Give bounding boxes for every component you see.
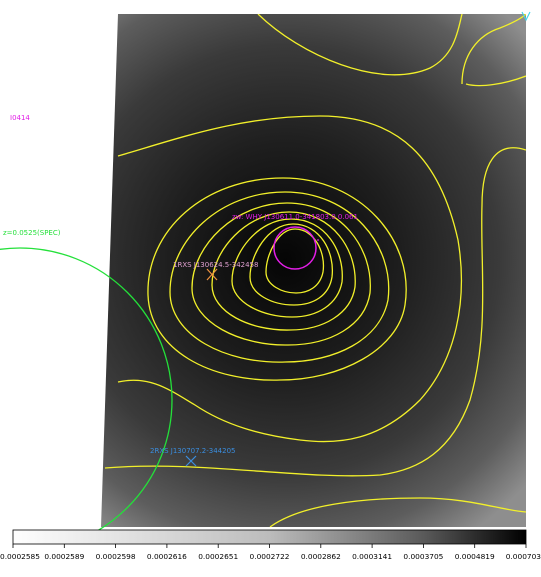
- cluster-redshift-label: z=0.0525(SPEC): [3, 229, 61, 237]
- colorbar-gradient: [12, 529, 527, 545]
- colorbar: 0.0002585 0.0002589 0.0002598 0.0002616 0.00…: [0, 528, 541, 577]
- colorbar-tick-label: 0.000703: [506, 552, 541, 561]
- colorbar-tick-label: 0.0002589: [44, 552, 84, 561]
- sky-image-viewer: I0414 z=0.0525(SPEC) zw: WHY J130611.0-3…: [0, 0, 541, 577]
- xmm-source-label: 2RXS J130707.2-344205: [150, 447, 236, 455]
- colorbar-tick-label: 0.0002651: [198, 552, 238, 561]
- colorbar-tick-label: 0.0002862: [301, 552, 341, 561]
- colorbar-tick-label: 0.0002598: [96, 552, 136, 561]
- colorbar-tick-label: 0.0002585: [0, 552, 40, 561]
- colorbar-tick-label: 0.0002616: [147, 552, 187, 561]
- colorbar-tick-label: 0.0002722: [250, 552, 290, 561]
- colorbar-tick-label: 0.0004819: [455, 552, 495, 561]
- colorbar-ticks: 0.0002585 0.0002589 0.0002598 0.0002616 0.00…: [0, 544, 541, 561]
- sky-map[interactable]: I0414 z=0.0525(SPEC) zw: WHY J130611.0-3…: [0, 0, 541, 530]
- colorbar-tick-label: 0.0003705: [403, 552, 443, 561]
- rass-source-label: 1RXS J130624.5-342458: [173, 261, 259, 269]
- center-source-label: zw: WHY J130611.0-341803.0 0.061: [232, 213, 358, 221]
- top-left-tag: I0414: [10, 114, 30, 122]
- source-dot: [317, 239, 319, 241]
- colorbar-tick-label: 0.0003141: [352, 552, 392, 561]
